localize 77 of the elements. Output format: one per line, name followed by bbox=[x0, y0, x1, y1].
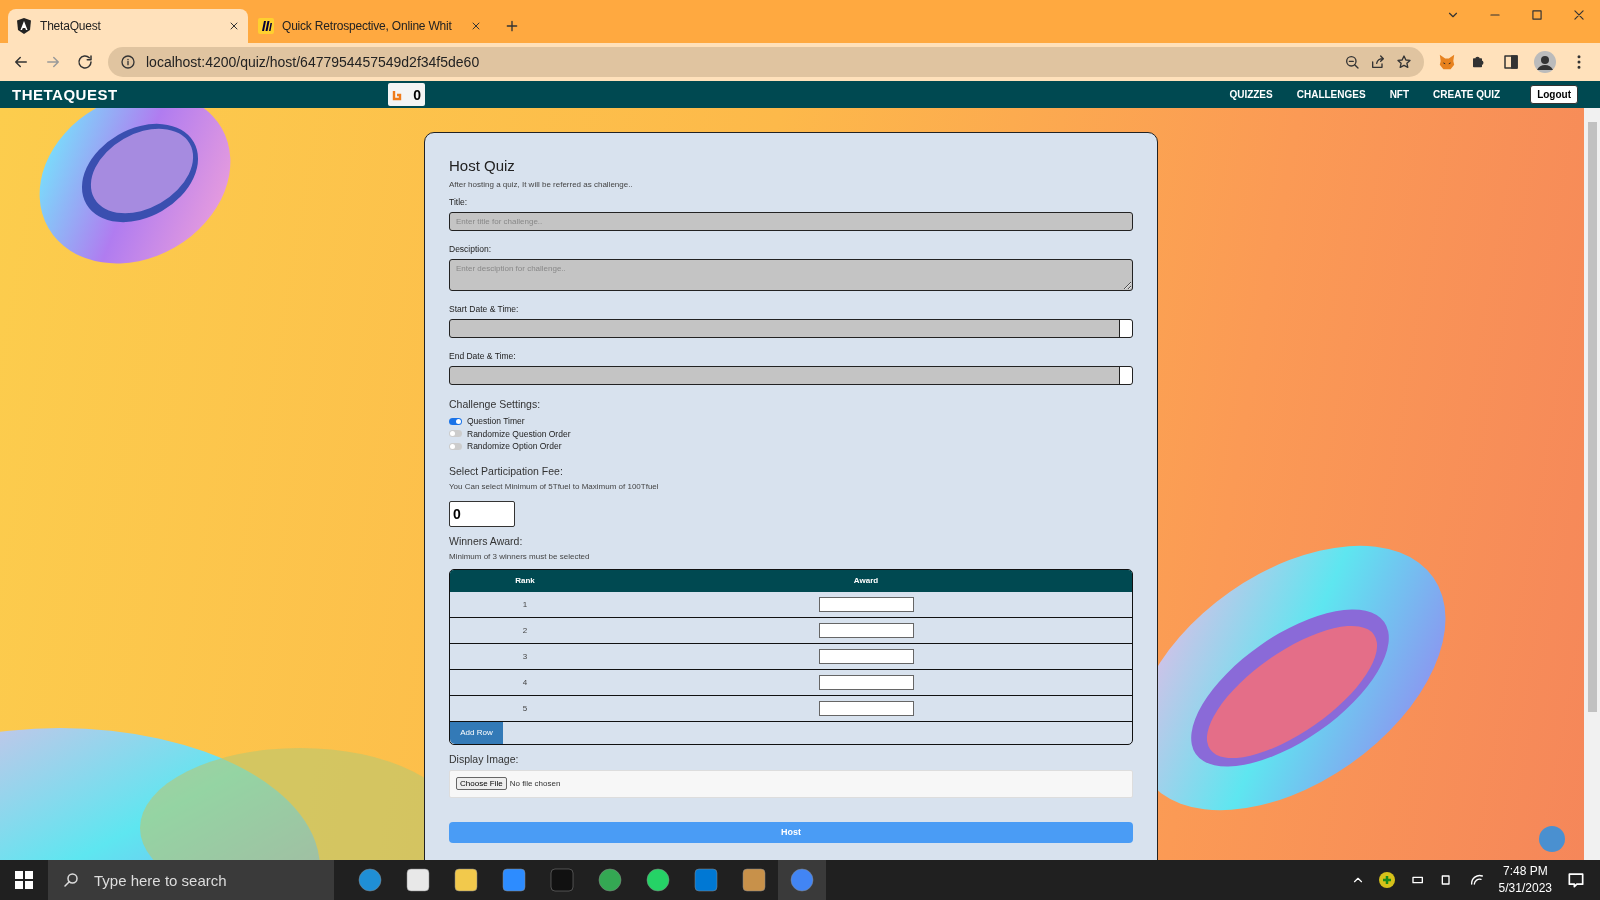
section-label: Challenge Settings: bbox=[449, 398, 542, 410]
windows-icon[interactable] bbox=[15, 871, 33, 889]
column-header: Award bbox=[853, 576, 879, 585]
form-subtitle: After hosting a quiz, It will be referred as challenge.. bbox=[449, 180, 634, 189]
app-icon[interactable] bbox=[454, 868, 478, 892]
toggle-switch[interactable] bbox=[449, 442, 462, 450]
choose-file-button[interactable]: Choose File bbox=[456, 777, 507, 790]
close-icon[interactable] bbox=[228, 20, 240, 32]
field-label: Title: bbox=[449, 197, 469, 207]
field-label: Start Date & Time: bbox=[449, 304, 520, 314]
scrollbar[interactable] bbox=[1584, 108, 1600, 860]
toggle-switch[interactable] bbox=[449, 430, 462, 438]
fee-field[interactable]: 0 bbox=[449, 500, 515, 527]
nav-link[interactable]: NFT bbox=[1389, 89, 1410, 100]
rank-cell: 5 bbox=[522, 703, 528, 713]
award-field[interactable] bbox=[818, 674, 914, 690]
search-icon[interactable] bbox=[62, 871, 80, 889]
notification-icon[interactable] bbox=[1566, 870, 1586, 890]
clock-time[interactable]: 7:48 PM bbox=[1502, 863, 1548, 880]
toggle-label: Question Timer bbox=[467, 416, 525, 427]
shield-logo-icon bbox=[16, 18, 32, 34]
date-time-field[interactable] bbox=[449, 319, 1133, 338]
toggle-switch[interactable] bbox=[449, 417, 462, 425]
plus-icon[interactable] bbox=[504, 18, 520, 34]
toggle-label: Randomize Option Order bbox=[467, 441, 562, 452]
rank-cell: 1 bbox=[522, 599, 528, 609]
app-icon[interactable] bbox=[598, 868, 622, 892]
form-heading: Host Quiz bbox=[449, 157, 516, 174]
wifi-icon[interactable] bbox=[1468, 872, 1485, 888]
info-icon[interactable] bbox=[120, 54, 136, 70]
add-row-button[interactable]: Add Row bbox=[450, 721, 503, 744]
section-label: Winners Award: bbox=[449, 534, 524, 547]
close-icon[interactable] bbox=[470, 20, 482, 32]
app-icon[interactable] bbox=[406, 868, 430, 892]
award-field[interactable] bbox=[818, 700, 914, 716]
avatar-icon[interactable] bbox=[1534, 51, 1556, 73]
url-text: localhost:4200/quiz/host/6477954457549d2f34f5de60 bbox=[146, 54, 481, 70]
app-icon[interactable] bbox=[646, 868, 670, 892]
side-panel-icon[interactable] bbox=[1502, 53, 1520, 71]
rank-cell: 4 bbox=[522, 677, 528, 687]
address-bar[interactable]: localhost:4200/quiz/host/6477954457549d2f34f5de60 bbox=[108, 47, 1424, 77]
clock-date[interactable]: 5/31/2023 bbox=[1498, 880, 1552, 897]
nav-link[interactable]: CHALLENGES bbox=[1296, 89, 1366, 100]
file-field[interactable]: Choose File No file chosen bbox=[449, 769, 1133, 798]
maximize-icon[interactable] bbox=[1530, 8, 1544, 22]
brand-logo[interactable]: THETAQUEST bbox=[12, 86, 388, 103]
award-field[interactable] bbox=[818, 596, 914, 612]
toggle-label: Randomize Question Order bbox=[467, 428, 571, 439]
plus-badge-icon[interactable] bbox=[1378, 872, 1395, 888]
reload-icon[interactable] bbox=[76, 53, 94, 71]
rank-cell: 2 bbox=[522, 625, 528, 635]
nav-link[interactable]: QUIZZES bbox=[1229, 89, 1273, 100]
fee-hint: You Can select Minimum of 5Tfuel to Maximum of 100Tfuel bbox=[449, 481, 660, 491]
token-counter: 0 bbox=[388, 83, 425, 106]
browser-tab[interactable]: ThetaQuest bbox=[8, 9, 248, 43]
star-icon[interactable] bbox=[1396, 54, 1412, 70]
app-icon[interactable] bbox=[742, 868, 766, 892]
award-field[interactable] bbox=[818, 648, 914, 664]
nav-link[interactable]: CREATE QUIZ bbox=[1433, 89, 1501, 100]
column-header: Rank bbox=[515, 576, 535, 585]
logout-button[interactable]: Logout bbox=[1530, 85, 1578, 104]
rank-cell: 3 bbox=[522, 651, 528, 661]
award-field[interactable] bbox=[818, 622, 914, 638]
close-icon[interactable] bbox=[1572, 8, 1586, 22]
date-time-field[interactable] bbox=[449, 366, 1133, 385]
taskbar-search[interactable]: Type here to search bbox=[48, 860, 334, 900]
file-status: No file chosen bbox=[509, 779, 561, 788]
winners-hint: Minimum of 3 winners must be selected bbox=[449, 551, 591, 561]
stripes-logo-icon bbox=[258, 18, 274, 34]
section-label: Display Image: bbox=[449, 752, 520, 765]
field-label: Desciption: bbox=[449, 244, 493, 254]
zoom-out-icon[interactable] bbox=[1344, 54, 1360, 70]
browser-tab[interactable]: Quick Retrospective, Online Whit bbox=[250, 9, 490, 43]
share-icon[interactable] bbox=[1370, 54, 1386, 70]
section-label: Select Participation Fee: bbox=[449, 464, 564, 477]
field-label: End Date & Time: bbox=[449, 351, 517, 361]
fox-icon[interactable] bbox=[1438, 53, 1456, 71]
